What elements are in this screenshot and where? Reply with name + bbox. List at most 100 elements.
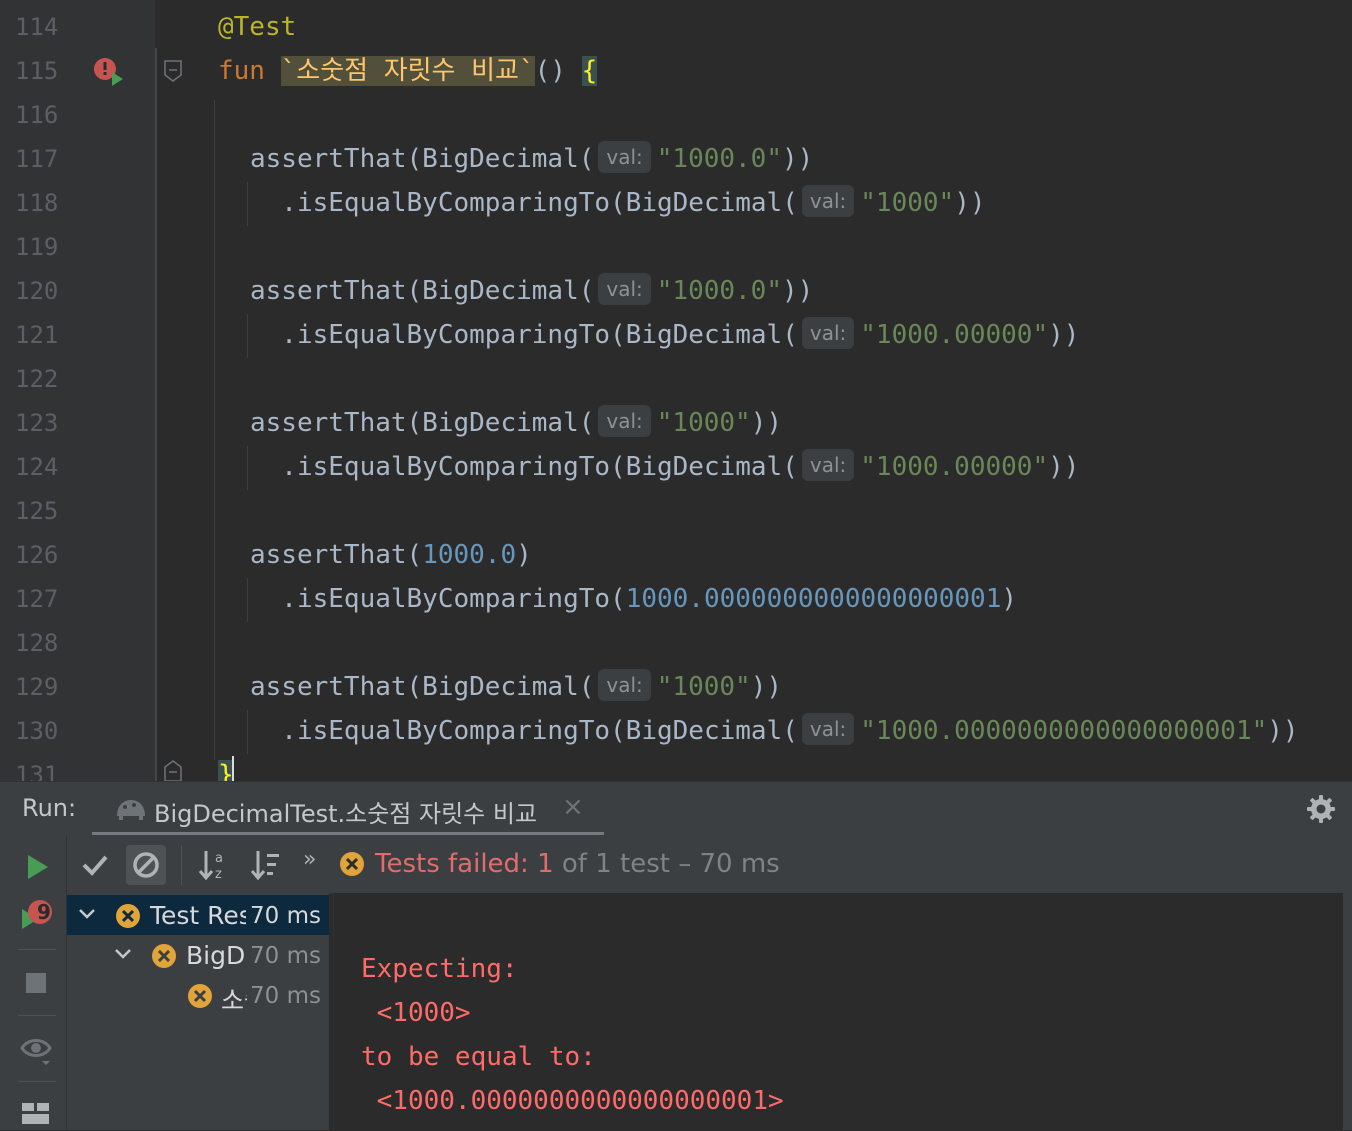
code-token: )) [782, 276, 814, 306]
console-scrollbar[interactable] [1343, 893, 1352, 1130]
run-tab-title: BigDecimalTest.소숫점 자릿수 비교 [154, 800, 538, 828]
tree-row-suite[interactable]: BigDecimalTest 70 ms [67, 935, 329, 975]
toolbar-separator [181, 845, 182, 885]
code-line: @Test [218, 5, 296, 49]
parameter-hint: val: [598, 669, 651, 701]
console-output[interactable]: Expecting: <1000> to be equal to: <1000.0… [333, 893, 1344, 1130]
gear-icon[interactable] [1306, 794, 1336, 824]
close-icon[interactable]: × [562, 792, 584, 822]
editor-gutter: 114 115 116 117 118 119 120 121 122 123 124 125 126 1… [0, 0, 182, 781]
indent-guide [247, 578, 248, 622]
line-number: 127 [15, 585, 59, 613]
toolbar-separator [18, 949, 56, 950]
line-number: 115 [15, 57, 59, 85]
tree-row-test[interactable]: 소숫점 자릿수 비교 70 ms [67, 975, 329, 1015]
line-number: 121 [15, 321, 59, 349]
line-number: 123 [15, 409, 59, 437]
run-config-tab[interactable]: BigDecimalTest.소숫점 자릿수 비교 × [92, 782, 604, 836]
code-token: .isEqualByComparingTo(BigDecimal( [250, 716, 798, 746]
console-line: <1000> [361, 998, 471, 1028]
indent-guide [214, 100, 215, 760]
code-token: { [581, 56, 598, 86]
stop-icon[interactable] [18, 965, 54, 1001]
run-label: Run: [22, 794, 77, 822]
code-token: )) [1267, 716, 1299, 746]
code-line: .isEqualByComparingTo(BigDecimal(val: "10… [250, 313, 1079, 357]
toolbar-separator [18, 1081, 56, 1082]
code-line: assertThat(BigDecimal(val: "1000.0")) [250, 137, 813, 181]
code-token: "1000.00000" [860, 452, 1049, 482]
console-line: to be equal to: [361, 1042, 596, 1072]
line-number: 117 [15, 145, 59, 173]
check-icon[interactable] [75, 845, 115, 885]
status-summary-text: of 1 test – 70 ms [553, 849, 780, 879]
parameter-hint: val: [801, 185, 855, 217]
chevron-down-icon[interactable] [77, 903, 97, 925]
code-token: )) [1048, 320, 1080, 350]
code-token: "1000.0000000000000000001" [860, 716, 1268, 746]
line-number: 118 [15, 189, 59, 217]
code-line: assertThat(1000.0) [250, 533, 532, 577]
parameter-hint: val: [598, 405, 651, 437]
code-token: "1000" [656, 408, 751, 438]
indent-guide [247, 314, 248, 358]
code-token: )) [750, 672, 782, 702]
run-left-toolbar: 9 [0, 835, 67, 1130]
line-number: 125 [15, 497, 59, 525]
line-number: 119 [15, 233, 59, 261]
code-token: assertThat(BigDecimal( [250, 276, 595, 306]
console-lines: Expecting: <1000> to be equal to: <1000.0… [361, 947, 784, 1123]
code-token: "1000" [656, 672, 751, 702]
run-config-icon [117, 800, 145, 820]
chevron-down-icon[interactable] [113, 943, 133, 965]
code-editor[interactable]: 114 115 116 117 118 119 120 121 122 123 124 125 126 1… [0, 0, 1352, 781]
sort-alpha-icon[interactable]: a z [195, 845, 235, 885]
line-number: 122 [15, 365, 59, 393]
code-token: "1000.00000" [860, 320, 1049, 350]
tree-label: 소숫점 자릿수 비교 [221, 986, 247, 1015]
tree-time: 70 ms [250, 983, 321, 1009]
layout-icon[interactable] [18, 1095, 54, 1131]
test-results-toolbar: a z » Tests failed: 1 of 1 test – 70 ms [67, 835, 1352, 894]
console-line: Expecting: [361, 954, 518, 984]
code-token: fun [218, 56, 265, 86]
tree-label: Test Results [150, 901, 246, 930]
run-icon[interactable] [18, 849, 54, 885]
tree-label: BigDecimalTest [186, 941, 246, 970]
code-token: .isEqualByComparingTo( [250, 584, 626, 614]
status-failed-text: Tests failed: 1 [375, 849, 554, 879]
fold-icon[interactable] [164, 60, 182, 82]
code-token: assertThat(BigDecimal( [250, 672, 595, 702]
code-token: )) [782, 144, 814, 174]
line-number: 131 [15, 761, 59, 781]
sort-duration-icon[interactable] [247, 845, 287, 885]
tree-row-test-results[interactable]: Test Results 70 ms [67, 895, 329, 935]
code-token: 1000.0000000000000000001 [625, 584, 1002, 614]
code-token: 1000.0 [422, 540, 517, 570]
line-number: 128 [15, 629, 59, 657]
code-token: "1000" [860, 188, 955, 218]
fold-icon[interactable] [164, 760, 182, 781]
run-test-gutter-icon[interactable] [92, 56, 126, 88]
code-token: assertThat(BigDecimal( [250, 408, 595, 438]
eye-icon[interactable] [18, 1031, 54, 1067]
test-failed-icon [116, 904, 140, 928]
code-token: .isEqualByComparingTo(BigDecimal( [250, 320, 798, 350]
line-number: 126 [15, 541, 59, 569]
run-tool-window-header: Run: BigDecimalTest.소숫점 자릿수 비교 × [0, 781, 1352, 836]
more-icon[interactable]: » [303, 847, 316, 872]
ignored-icon[interactable] [126, 845, 166, 885]
test-results-tree[interactable]: Test Results 70 ms BigDecimalTest 70 ms … [67, 893, 329, 1130]
parameter-hint: val: [598, 141, 651, 173]
tree-time: 70 ms [250, 943, 321, 969]
console-line: <1000.0000000000000000001> [361, 1086, 784, 1116]
test-failed-icon [340, 852, 364, 876]
svg-text:z: z [215, 867, 222, 882]
gutter-divider [155, 48, 157, 781]
code-line: .isEqualByComparingTo(BigDecimal(val: "10… [250, 709, 1299, 753]
code-token: () [534, 56, 582, 86]
code-line: assertThat(BigDecimal(val: "1000.0")) [250, 269, 813, 313]
code-token: ) [1001, 584, 1018, 614]
code-token: )) [954, 188, 986, 218]
